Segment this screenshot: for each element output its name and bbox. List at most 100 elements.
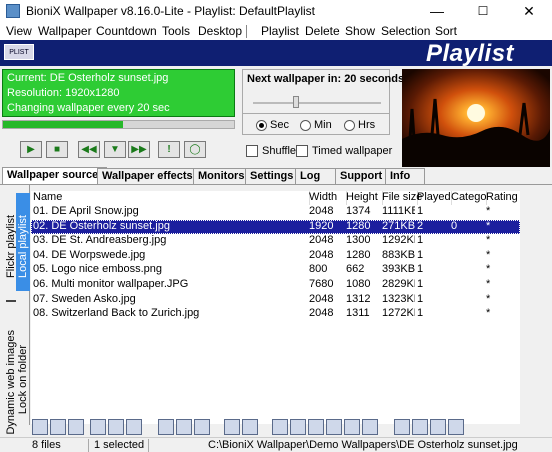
table-row[interactable]: 04. DE Worpswede.jpg 2048 1280 883KB 1 * [31, 249, 520, 263]
wallpaper-preview [402, 69, 550, 167]
table-row[interactable]: 03. DE St. Andreasberg.jpg 2048 1300 1292KB… [31, 234, 520, 248]
add-folder-icon[interactable] [108, 419, 124, 435]
cell-width: 2048 [309, 248, 334, 261]
save-icon[interactable] [68, 419, 84, 435]
menu-bar: View Wallpaper Countdown Tools Desktop P… [0, 22, 552, 40]
selected-path: C:\BioniX Wallpaper\Demo Wallpapers\DE O… [208, 439, 518, 451]
cell-height: 1280 [346, 219, 371, 232]
selected-count: 1 selected [94, 439, 145, 451]
column-header-height[interactable]: Height [344, 191, 383, 205]
add-subfolder-icon[interactable] [126, 419, 142, 435]
table-row[interactable]: 06. Multi monitor wallpaper.JPG 7680 1080 2… [31, 278, 520, 292]
tab-info[interactable]: Info [385, 168, 425, 184]
interval-slider-track[interactable] [253, 102, 381, 104]
menu-countdown[interactable]: Countdown [96, 24, 157, 38]
menu-tools[interactable]: Tools [162, 24, 190, 38]
clear-list-icon[interactable] [242, 419, 258, 435]
side-tab-divider [6, 300, 16, 302]
table-row[interactable]: 01. DE April Snow.jpg 2048 1374 1111KB1 * [31, 205, 520, 219]
down-icon[interactable]: ▼ [104, 141, 126, 158]
delete-item-icon[interactable] [176, 419, 192, 435]
close-button[interactable]: ✕ [506, 0, 552, 22]
list-view-icon[interactable] [158, 419, 174, 435]
cell-file-size: 1272KB [382, 307, 415, 320]
column-header-width[interactable]: Width [307, 191, 347, 205]
sunset-image [402, 69, 550, 167]
timed-wallpaper-checkbox[interactable] [296, 145, 308, 157]
cell-file-size: 1111KB [382, 205, 415, 217]
edit-icon[interactable] [448, 419, 464, 435]
list-empty-area [520, 191, 550, 419]
countdown-progress-bar [2, 120, 235, 129]
cell-name: 05. Logo nice emboss.png [33, 263, 163, 276]
banner-title: Playlist [426, 40, 515, 67]
maximize-button[interactable]: ☐ [460, 0, 506, 22]
shuffle-checkbox[interactable] [246, 145, 258, 157]
exclamation-icon[interactable]: ! [158, 141, 180, 158]
cell-width: 1920 [309, 219, 334, 232]
playlist-table: Name Width Height File size Played Categ… [31, 191, 523, 424]
cell-category: 0 [451, 219, 458, 232]
column-header-rating[interactable]: Rating [484, 191, 523, 205]
sort-c-icon[interactable] [308, 419, 324, 435]
cell-rating: * [486, 292, 491, 305]
cell-name: 02. DE Osterholz sunset.jpg [33, 219, 170, 232]
help-icon[interactable] [430, 419, 446, 435]
cell-name: 06. Multi monitor wallpaper.JPG [33, 278, 189, 290]
table-row[interactable]: 08. Switzerland Back to Zurich.jpg 2048 13… [31, 307, 520, 321]
plist-logo: PLIST [4, 44, 34, 60]
tab-wallpaper-source[interactable]: Wallpaper source [2, 167, 107, 185]
menu-selection[interactable]: Selection [381, 24, 430, 38]
next-wallpaper-box: Next wallpaper in: 20 seconds [242, 69, 404, 114]
open-folder-icon[interactable] [50, 419, 66, 435]
table-row[interactable]: 05. Logo nice emboss.png 800 662 393KB 1 * [31, 263, 520, 277]
sort-f-icon[interactable] [362, 419, 378, 435]
menu-view[interactable]: View [6, 24, 32, 38]
menu-playlist[interactable]: Playlist [261, 24, 299, 38]
play-icon[interactable]: ▶ [20, 141, 42, 158]
add-files-icon[interactable] [90, 419, 106, 435]
sort-d-icon[interactable] [326, 419, 342, 435]
cell-file-size: 1323KB [382, 292, 415, 305]
menu-wallpaper[interactable]: Wallpaper [38, 24, 92, 38]
menu-show[interactable]: Show [345, 24, 375, 38]
column-header-category[interactable]: Categor [449, 191, 487, 205]
minimize-button[interactable]: — [414, 0, 460, 22]
column-header-played[interactable]: Played [415, 191, 452, 205]
sort-a-icon[interactable] [272, 419, 288, 435]
delete-missing-icon[interactable] [194, 419, 210, 435]
menu-desktop[interactable]: Desktop [198, 24, 242, 38]
table-row[interactable]: 02. DE Osterholz sunset.jpg 1920 1280 271KB… [31, 219, 520, 234]
tab-lock-on-folder[interactable]: Lock on folder [17, 345, 29, 414]
menu-delete[interactable]: Delete [305, 24, 340, 38]
tab-local-playlist[interactable]: Local playlist [17, 215, 29, 278]
cell-file-size: 883KB [382, 248, 415, 261]
status-bar: 8 files 1 selected C:\BioniX Wallpaper\D… [0, 437, 552, 452]
tab-dynamic-web-images[interactable]: Dynamic web images [5, 330, 17, 435]
unit-radio-group [242, 113, 390, 135]
stop-icon[interactable]: ■ [46, 141, 68, 158]
playlist-banner: PLIST Playlist [0, 40, 552, 67]
sort-b-icon[interactable] [290, 419, 306, 435]
settings-icon[interactable] [412, 419, 428, 435]
rewind-icon[interactable]: ◀◀ [78, 141, 100, 158]
tab-wallpaper-effects[interactable]: Wallpaper effects [97, 168, 203, 184]
delete-file-icon[interactable] [224, 419, 240, 435]
column-header-name[interactable]: Name [31, 191, 310, 205]
cell-file-size: 393KB [382, 263, 415, 276]
cell-name: 03. DE St. Andreasberg.jpg [33, 234, 167, 247]
column-header-file-size[interactable]: File size [380, 191, 422, 205]
new-playlist-icon[interactable] [32, 419, 48, 435]
menu-sort[interactable]: Sort [435, 24, 457, 38]
interval-slider-thumb[interactable] [293, 96, 300, 108]
sort-e-icon[interactable] [344, 419, 360, 435]
current-file-text: Current: DE Osterholz sunset.jpg [7, 72, 169, 84]
source-side-tabs: Flickr playlist Local playlist Dynamic w… [2, 185, 30, 435]
cell-name: 01. DE April Snow.jpg [33, 205, 139, 217]
circle-icon[interactable]: ◯ [184, 141, 206, 158]
forward-icon[interactable]: ▶▶ [128, 141, 150, 158]
status-divider [88, 439, 89, 452]
effects-icon[interactable] [394, 419, 410, 435]
table-row[interactable]: 07. Sweden Asko.jpg 2048 1312 1323KB1 * [31, 293, 520, 307]
cell-file-size: 271KB [382, 219, 415, 232]
